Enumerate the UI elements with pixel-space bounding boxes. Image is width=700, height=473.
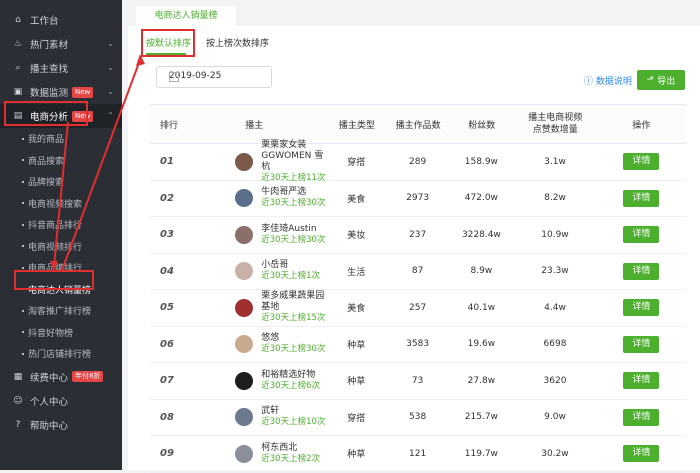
annotation-arrows bbox=[50, 54, 145, 272]
